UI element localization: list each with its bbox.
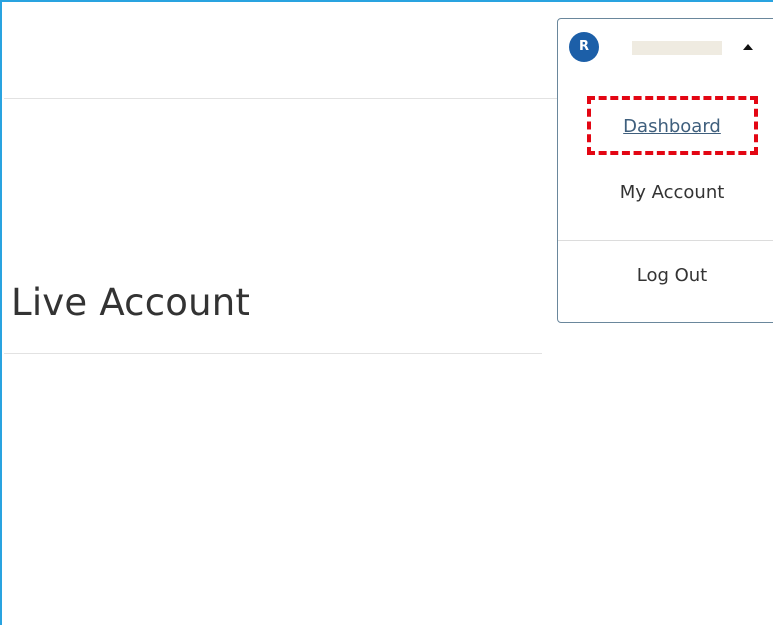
header-divider [4, 98, 560, 99]
page-title: Live Account [11, 281, 251, 324]
menu-item-my-account[interactable]: My Account [558, 182, 773, 203]
avatar[interactable]: R [569, 32, 599, 62]
highlight-annotation [587, 96, 758, 155]
user-menu-toggle[interactable]: R [558, 19, 773, 79]
menu-divider [558, 240, 773, 241]
caret-up-icon[interactable] [743, 44, 753, 50]
user-menu-dropdown: R Dashboard My Account Log Out [557, 18, 773, 323]
user-name-redacted [632, 41, 722, 55]
menu-item-log-out[interactable]: Log Out [558, 265, 773, 286]
title-divider [4, 353, 542, 354]
